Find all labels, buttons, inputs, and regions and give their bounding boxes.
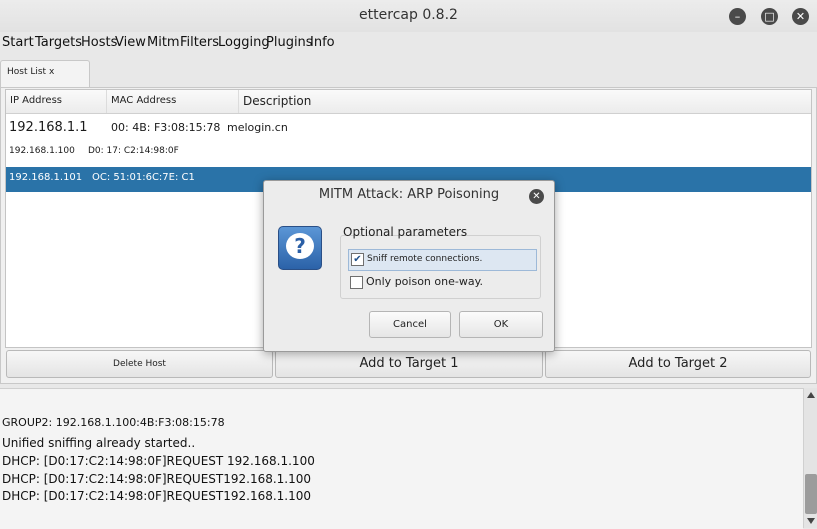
menu-mitm[interactable]: Mitm (147, 35, 180, 50)
table-header: IP Address MAC Address Description (6, 90, 811, 114)
table-row[interactable]: 192.168.1.1 00: 4B: F3:08:15:78 melogin.… (6, 116, 811, 140)
question-mark-glyph: ? (286, 233, 314, 259)
row-ip: 192.168.1.101 (9, 172, 83, 183)
scroll-up-icon[interactable] (807, 392, 815, 398)
poison-one-way-label: Only poison one-way. (366, 275, 484, 288)
log-line: DHCP: [D0:17:C2:14:98:0F]REQUEST192.168.… (2, 472, 312, 486)
log-line: Unified sniffing already started.. (2, 436, 196, 450)
menu-view[interactable]: View (115, 35, 146, 50)
row-ip: 192.168.1.1 (9, 120, 88, 135)
optional-parameters-label: Optional parameters (343, 225, 468, 239)
sniff-remote-label: Sniff remote connections. (367, 254, 483, 264)
window-title: ettercap 0.8.2 (359, 7, 458, 23)
row-mac: 00: 4B: F3:08:15:78 (111, 121, 221, 134)
row-description: melogin.cn (227, 121, 288, 134)
question-icon: ? (278, 226, 322, 270)
menu-plugins[interactable]: Plugins (266, 35, 313, 50)
sniff-remote-checkbox-row[interactable]: ✔ Sniff remote connections. (348, 249, 537, 271)
menu-logging[interactable]: Logging (218, 35, 270, 50)
column-ip-address[interactable]: IP Address (10, 95, 62, 106)
cancel-button[interactable]: Cancel (369, 311, 451, 338)
row-ip: 192.168.1.100 (9, 146, 75, 156)
column-mac-address[interactable]: MAC Address (111, 95, 176, 106)
close-icon[interactable]: ✕ (529, 189, 544, 204)
menu-targets[interactable]: Targets (35, 35, 82, 50)
maximize-icon[interactable]: □ (761, 8, 778, 25)
table-row[interactable]: 192.168.1.100 D0: 17: C2:14:98:0F (6, 142, 811, 162)
minimize-icon[interactable]: – (729, 8, 746, 25)
dialog-title: MITM Attack: ARP Poisoning (318, 187, 500, 202)
log-line: GROUP2: 192.168.1.100:4B:F3:08:15:78 (2, 416, 225, 429)
arp-poisoning-dialog: MITM Attack: ARP Poisoning ✕ ? Optional … (263, 180, 555, 352)
add-to-target1-button[interactable]: Add to Target 1 (275, 350, 543, 378)
tab-host-list[interactable]: Host List x (0, 60, 90, 89)
log-line: DHCP: [D0:17:C2:14:98:0F]REQUEST 192.168… (2, 454, 315, 468)
menu-filters[interactable]: Filters (180, 35, 219, 50)
menu-hosts[interactable]: Hosts (81, 35, 117, 50)
title-bar: ettercap 0.8.2 – □ ✕ (0, 0, 817, 32)
scroll-down-icon[interactable] (807, 518, 815, 524)
log-pane[interactable]: GROUP2: 192.168.1.100:4B:F3:08:15:78 Uni… (0, 388, 803, 529)
tab-label: Host List x (7, 67, 55, 77)
column-description[interactable]: Description (243, 94, 311, 108)
column-divider (238, 90, 239, 113)
ok-button[interactable]: OK (459, 311, 543, 338)
log-scrollbar[interactable] (803, 388, 817, 528)
close-icon[interactable]: ✕ (792, 8, 809, 25)
menu-info[interactable]: Info (310, 35, 335, 50)
row-mac: OC: 51:01:6C:7E: C1 (92, 172, 195, 183)
menu-start[interactable]: Start (2, 35, 34, 50)
menu-bar: Start Targets Hosts View Mitm Filters Lo… (0, 32, 817, 54)
column-divider (106, 90, 107, 113)
poison-one-way-checkbox-row[interactable]: Only poison one-way. (348, 273, 535, 293)
delete-host-button[interactable]: Delete Host (6, 350, 273, 378)
row-mac: D0: 17: C2:14:98:0F (88, 146, 179, 156)
add-to-target2-button[interactable]: Add to Target 2 (545, 350, 811, 378)
host-actions-bar: Delete Host Add to Target 1 Add to Targe… (5, 350, 813, 378)
scrollbar-thumb[interactable] (805, 474, 817, 514)
sniff-remote-checkbox[interactable]: ✔ (351, 253, 364, 266)
poison-one-way-checkbox[interactable] (350, 276, 363, 289)
log-line: DHCP: [D0:17:C2:14:98:0F]REQUEST192.168.… (2, 489, 312, 503)
